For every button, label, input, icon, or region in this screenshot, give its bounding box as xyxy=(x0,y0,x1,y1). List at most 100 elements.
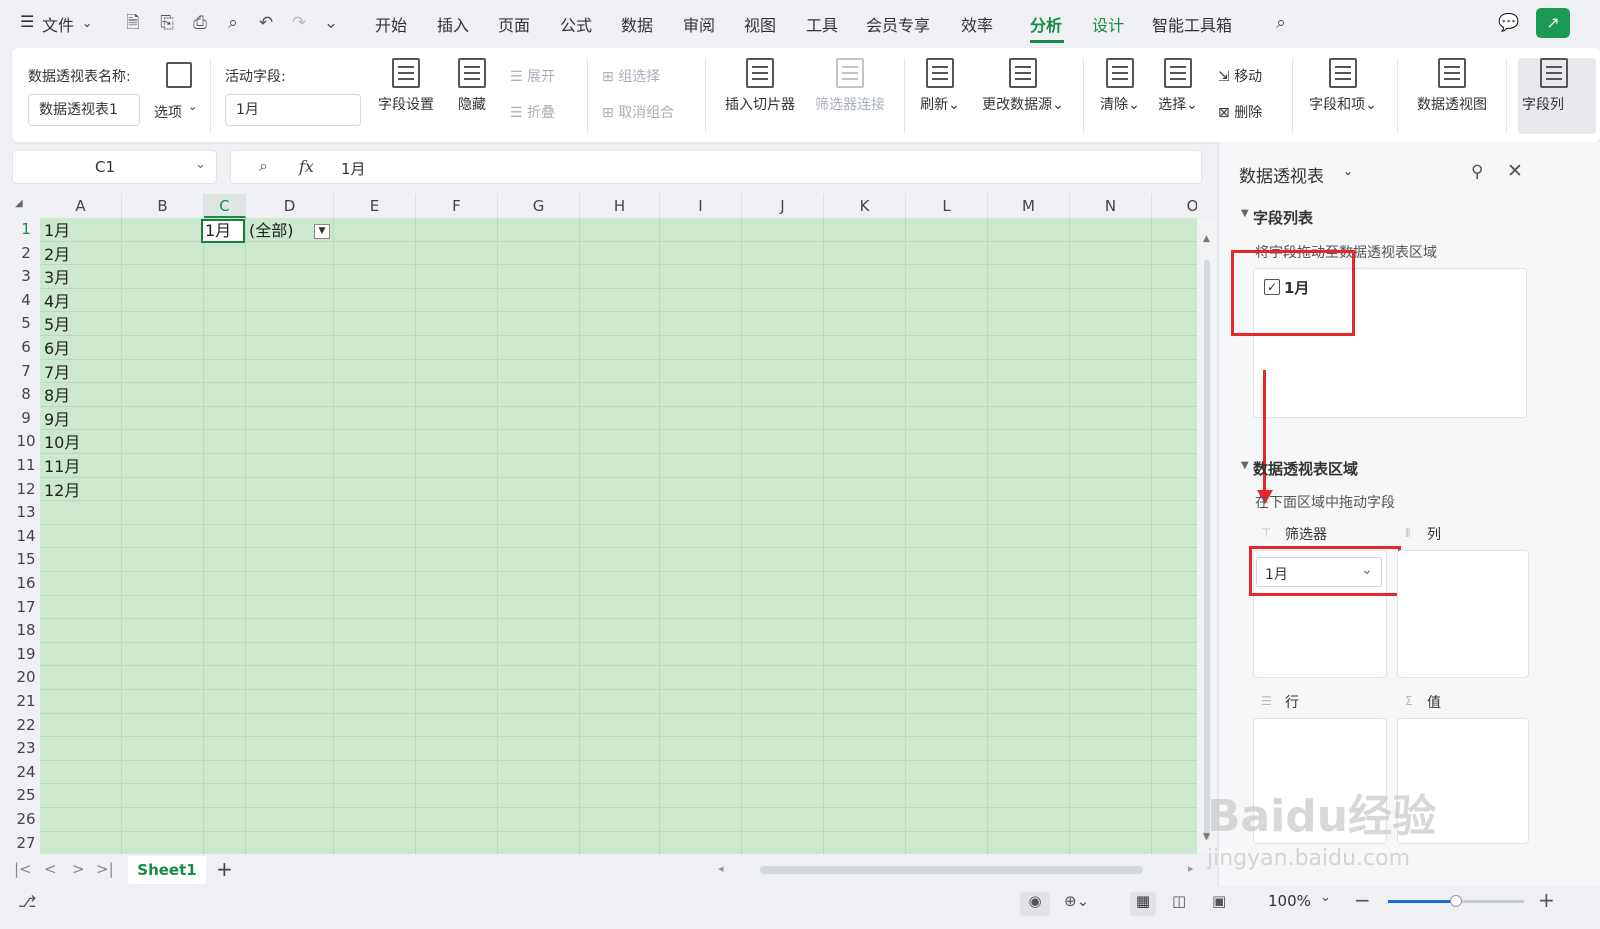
spreadsheet-grid[interactable]: ◢ ABCDEFGHIJKLMNO 1 2 3 4 5 6 7 8 9 10 11 12 13 14 15 1… xyxy=(12,194,1197,854)
search-icon[interactable]: ⌕ xyxy=(1270,12,1292,34)
group-select-button[interactable]: ⊞ 组选择 xyxy=(602,66,660,86)
zoom-in-button[interactable]: + xyxy=(1538,888,1555,912)
filter-dropdown-icon[interactable]: ▼ xyxy=(314,224,330,239)
active-field-input[interactable]: 1月 xyxy=(225,94,361,126)
collapse-caret-icon[interactable]: ▼ xyxy=(1241,460,1249,471)
cell-a11[interactable]: 11月 xyxy=(44,455,80,478)
row-header-1[interactable]: 1 xyxy=(12,218,40,242)
tab-review[interactable]: 审阅 xyxy=(683,12,715,36)
column-header-c[interactable]: C xyxy=(204,194,246,218)
menu-icon[interactable]: ☰ xyxy=(20,12,34,31)
horizontal-scroll-thumb[interactable] xyxy=(760,866,1143,874)
row-header-20[interactable]: 20 xyxy=(12,666,40,690)
row-header-4[interactable]: 4 xyxy=(12,288,40,313)
tab-efficiency[interactable]: 效率 xyxy=(961,12,993,36)
column-header-g[interactable]: G xyxy=(498,194,580,218)
row-header-8[interactable]: 8 xyxy=(12,383,40,407)
cell-a4[interactable]: 4月 xyxy=(44,290,70,313)
tab-page[interactable]: 页面 xyxy=(498,12,530,36)
row-header-3[interactable]: 3 xyxy=(12,265,40,289)
scroll-right-icon[interactable]: ▸ xyxy=(1188,862,1194,875)
file-menu[interactable]: 文件 xyxy=(42,12,74,36)
collapse-caret-icon[interactable]: ▼ xyxy=(1241,208,1249,219)
zoom-slider-handle[interactable] xyxy=(1450,895,1462,907)
delete-button[interactable]: ⊠ 删除 xyxy=(1218,102,1262,122)
cell-a10[interactable]: 10月 xyxy=(44,431,80,454)
column-header-h[interactable]: H xyxy=(580,194,660,218)
cell-a2[interactable]: 2月 xyxy=(44,243,70,266)
row-header-25[interactable]: 25 xyxy=(12,784,40,808)
row-header-21[interactable]: 21 xyxy=(12,690,40,714)
tab-analyze[interactable]: 分析 xyxy=(1030,12,1062,36)
field-settings-button[interactable]: 字段设置 xyxy=(374,58,438,114)
tab-data[interactable]: 数据 xyxy=(621,12,653,36)
filter-connection-button[interactable]: 筛选器连接 xyxy=(810,58,890,114)
prev-sheet-icon[interactable]: < xyxy=(44,860,57,878)
fields-items-button[interactable]: 字段和项⌄ xyxy=(1306,58,1380,114)
row-header-24[interactable]: 24 xyxy=(12,760,40,785)
collapse-button[interactable]: ☰ 折叠 xyxy=(510,102,555,122)
chevron-down-icon[interactable]: ⌄ xyxy=(195,157,206,172)
pivot-table-icon[interactable] xyxy=(166,62,192,88)
column-header-i[interactable]: I xyxy=(660,194,742,218)
column-area[interactable] xyxy=(1397,550,1529,678)
row-header-11[interactable]: 11 xyxy=(12,454,40,478)
fx-icon[interactable]: fx xyxy=(299,157,314,176)
eye-icon[interactable]: ◉ xyxy=(1020,892,1050,916)
row-header-16[interactable]: 16 xyxy=(12,572,40,596)
next-sheet-icon[interactable]: > xyxy=(72,860,85,878)
scroll-left-icon[interactable]: ◂ xyxy=(718,862,724,875)
cell-a6[interactable]: 6月 xyxy=(44,337,70,360)
first-sheet-icon[interactable]: |< xyxy=(14,860,32,878)
cell-c1[interactable]: 1月 xyxy=(205,219,231,242)
column-header-d[interactable]: D xyxy=(246,194,334,218)
crosshair-icon[interactable]: ⊕⌄ xyxy=(1064,892,1089,910)
chevron-down-icon[interactable]: ⌄ xyxy=(1343,164,1353,178)
cell-a8[interactable]: 8月 xyxy=(44,384,70,407)
row-header-7[interactable]: 7 xyxy=(12,359,40,384)
cell-a5[interactable]: 5月 xyxy=(44,313,70,336)
cell-a1[interactable]: 1月 xyxy=(44,219,70,242)
row-header-23[interactable]: 23 xyxy=(12,737,40,761)
chevron-down-icon[interactable]: ⌄ xyxy=(188,100,197,113)
chevron-down-icon[interactable]: ⌄ xyxy=(1320,890,1331,905)
column-header-k[interactable]: K xyxy=(824,194,906,218)
options-button[interactable]: 选项 xyxy=(154,102,182,122)
hide-button[interactable]: 隐藏 xyxy=(452,58,492,114)
page-break-icon[interactable]: ▣ xyxy=(1212,892,1226,910)
panel-title[interactable]: 数据透视表 xyxy=(1239,162,1324,187)
field-list-toggle[interactable]: 字段列 xyxy=(1518,58,1596,134)
pivot-name-input[interactable]: 数据透视表1 xyxy=(28,94,140,126)
row-header-17[interactable]: 17 xyxy=(12,595,40,620)
close-icon[interactable]: ✕ xyxy=(1507,160,1523,182)
column-header-j[interactable]: J xyxy=(742,194,824,218)
cell-a9[interactable]: 9月 xyxy=(44,408,70,431)
move-button[interactable]: ⇲ 移动 xyxy=(1218,66,1262,86)
last-sheet-icon[interactable]: >| xyxy=(96,860,114,878)
macro-icon[interactable]: ⎇ xyxy=(18,892,36,911)
expand-button[interactable]: ☰ 展开 xyxy=(510,66,555,86)
row-header-14[interactable]: 14 xyxy=(12,524,40,549)
comment-icon[interactable]: 💬 xyxy=(1498,12,1520,34)
row-header-12[interactable]: 12 xyxy=(12,477,40,502)
sheet-tab-sheet1[interactable]: Sheet1 xyxy=(128,856,206,884)
row-header-10[interactable]: 10 xyxy=(12,430,40,454)
print-icon[interactable]: ⎙ xyxy=(189,12,211,34)
chevron-down-icon[interactable]: ⌄ xyxy=(82,16,92,30)
row-header-5[interactable]: 5 xyxy=(12,312,40,336)
formula-bar[interactable]: ⌕ fx 1月 xyxy=(230,150,1202,184)
column-header-l[interactable]: L xyxy=(906,194,988,218)
more-chevron-icon[interactable]: ⌄ xyxy=(320,12,342,34)
change-source-button[interactable]: 更改数据源⌄ xyxy=(978,58,1068,114)
row-header-18[interactable]: 18 xyxy=(12,619,40,643)
clear-button[interactable]: 清除⌄ xyxy=(1098,58,1142,114)
row-header-9[interactable]: 9 xyxy=(12,406,40,431)
select-all-corner[interactable]: ◢ xyxy=(12,194,40,218)
cell-a12[interactable]: 12月 xyxy=(44,479,80,502)
zoom-level[interactable]: 100% xyxy=(1268,892,1311,910)
cell-a7[interactable]: 7月 xyxy=(44,361,70,384)
column-header-n[interactable]: N xyxy=(1070,194,1152,218)
pin-icon[interactable]: ⚲ xyxy=(1471,162,1483,182)
save-icon[interactable]: 🗎 xyxy=(122,12,144,34)
page-layout-icon[interactable]: ◫ xyxy=(1172,892,1186,910)
